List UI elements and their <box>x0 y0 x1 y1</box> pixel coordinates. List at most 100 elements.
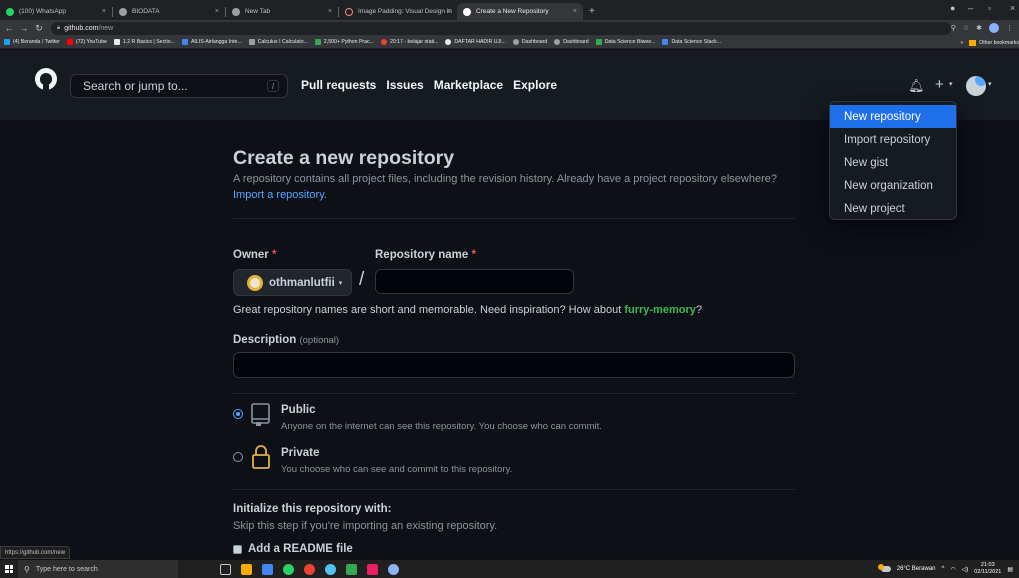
extensions-icon[interactable]: ✱ <box>976 24 982 32</box>
avatar[interactable] <box>966 76 986 96</box>
private-radio[interactable] <box>233 452 243 462</box>
bookmark-item[interactable]: Dashboard <box>512 39 548 45</box>
mail-icon[interactable] <box>262 563 273 575</box>
bookmark-item[interactable]: DAFTAR HADIR UJI... <box>445 39 506 45</box>
new-tab-button[interactable]: + <box>583 3 601 20</box>
page-icon <box>119 7 127 16</box>
tab-title: Image Padding: Visual Design in <box>358 8 452 15</box>
forward-icon[interactable]: → <box>18 23 30 33</box>
plus-icon[interactable]: + <box>935 76 944 93</box>
public-radio[interactable] <box>233 409 243 419</box>
tab-new-tab[interactable]: New Tab × <box>226 3 338 20</box>
menu-item-new-gist[interactable]: New gist <box>830 151 956 174</box>
bell-icon[interactable]: 🔔︎ <box>908 78 925 94</box>
owner-select[interactable]: othmanlutfii ▾ <box>233 269 352 296</box>
page-icon <box>345 7 353 16</box>
maximize-icon[interactable]: ▫ <box>988 3 991 13</box>
browser-tab-bar: (100) WhatsApp × BIODATA × New Tab × Ima… <box>0 0 1019 20</box>
chevron-down-icon: ▾ <box>338 279 343 287</box>
bookmark-item[interactable]: Data Science Biwee... <box>595 39 655 45</box>
weather-icon <box>877 564 891 572</box>
weather-text[interactable]: 26°C Berawan <box>897 566 936 572</box>
divider <box>233 489 795 490</box>
nav-marketplace[interactable]: Marketplace <box>434 78 503 92</box>
network-icon[interactable]: ◠ <box>950 566 955 573</box>
task-view-icon[interactable] <box>220 563 231 575</box>
url-path: /new <box>98 24 114 32</box>
header-nav: Pull requests Issues Marketplace Explore <box>301 78 557 92</box>
bookmark-item[interactable]: 2,500+ Python Prac... <box>314 39 374 45</box>
hint-text: Great repository names are short and mem… <box>233 304 622 316</box>
github-logo-icon[interactable] <box>35 68 57 90</box>
link-status-bubble: https://github.com/new <box>0 546 71 559</box>
repository-name-input[interactable] <box>375 269 574 294</box>
close-icon[interactable]: × <box>447 8 451 15</box>
name-suggestion-link[interactable]: furry-memory <box>624 304 696 316</box>
profile-avatar[interactable] <box>989 23 999 33</box>
tab-create-repository[interactable]: Create a New Repository × <box>457 3 583 20</box>
notification-icon[interactable]: ▤ <box>1007 566 1013 573</box>
bookmark-label: AILIS-Airlangga Inte... <box>190 39 242 45</box>
tab-biodata[interactable]: BIODATA × <box>113 3 225 20</box>
profile-icon[interactable]: ● <box>950 3 955 13</box>
search-input[interactable]: Search or jump to... / <box>70 74 288 98</box>
excel-icon[interactable] <box>346 563 357 575</box>
bookmark-item[interactable]: Calculus I Calculato... <box>248 39 308 45</box>
tab-image-padding[interactable]: Image Padding: Visual Design in × <box>339 3 457 20</box>
bookmark-label: Dashboard <box>521 39 548 45</box>
close-icon[interactable]: × <box>573 8 577 15</box>
reload-icon[interactable]: ↻ <box>33 23 45 34</box>
zoom-icon[interactable]: ⚲ <box>951 24 956 32</box>
close-icon[interactable]: × <box>215 8 219 15</box>
readme-checkbox[interactable] <box>233 545 242 554</box>
bookmark-item[interactable]: Data Science Stack... <box>662 39 721 45</box>
whatsapp-icon[interactable] <box>283 563 294 575</box>
file-explorer-icon[interactable] <box>241 563 252 575</box>
close-icon[interactable]: × <box>102 8 106 15</box>
public-title: Public <box>281 404 316 416</box>
volume-icon[interactable]: ◁) <box>962 566 969 573</box>
bookmark-item[interactable]: (4) Beranda / Twitter <box>4 39 60 45</box>
clock[interactable]: 21:03 02/11/2021 <box>974 562 1001 576</box>
back-icon[interactable]: ← <box>3 23 15 33</box>
other-bookmarks-button[interactable]: Other bookmarks <box>979 40 1019 46</box>
nav-issues[interactable]: Issues <box>386 78 423 92</box>
tab-title: BIODATA <box>132 8 160 15</box>
bookmark-item[interactable]: AILIS-Airlangga Inte... <box>181 39 242 45</box>
close-window-icon[interactable]: × <box>1010 3 1015 13</box>
windows-start-icon[interactable] <box>0 560 18 578</box>
tab-whatsapp[interactable]: (100) WhatsApp × <box>0 3 112 20</box>
bookmark-item[interactable]: (72) YouTube <box>66 39 107 45</box>
nav-explore[interactable]: Explore <box>513 78 557 92</box>
app-icon[interactable] <box>367 563 378 575</box>
nav-pull-requests[interactable]: Pull requests <box>301 78 376 92</box>
import-repository-link[interactable]: Import a repository. <box>233 189 327 201</box>
bookmark-item[interactable]: Dashboard <box>554 39 589 45</box>
menu-item-new-project[interactable]: New project <box>830 197 956 220</box>
chevron-down-icon[interactable]: ▾ <box>988 80 992 88</box>
edge-icon[interactable] <box>325 563 336 575</box>
app-icon[interactable] <box>388 563 399 575</box>
repository-name-label: Repository name * <box>375 249 476 261</box>
page-title: Create a new repository <box>233 147 455 169</box>
page-icon <box>314 39 321 45</box>
chevron-up-icon[interactable]: ^ <box>942 566 945 572</box>
menu-icon[interactable]: ⋮ <box>1006 24 1013 32</box>
close-icon[interactable]: × <box>328 8 332 15</box>
bookmark-item[interactable]: 20:17 - belajar stati... <box>380 39 438 45</box>
star-icon[interactable]: ☆ <box>963 24 969 32</box>
menu-item-new-organization[interactable]: New organization <box>830 174 956 197</box>
description-input[interactable] <box>233 352 795 378</box>
lock-icon <box>252 445 270 469</box>
taskbar-search-input[interactable]: ⚲ Type here to search <box>18 560 178 578</box>
minimize-icon[interactable]: – <box>968 3 973 13</box>
menu-item-new-repository[interactable]: New repository <box>830 105 956 128</box>
readme-label[interactable]: Add a README file <box>248 543 353 555</box>
bookmark-item[interactable]: 1.2 R Basics | Sectio... <box>113 39 175 45</box>
bookmarks-overflow-button[interactable]: » <box>960 40 963 46</box>
menu-item-import-repository[interactable]: Import repository <box>830 128 956 151</box>
url-host: github.com <box>64 24 99 32</box>
chevron-down-icon[interactable]: ▾ <box>949 80 953 88</box>
chrome-icon[interactable] <box>304 563 315 575</box>
url-input[interactable]: 🔒︎ github.com /new <box>51 21 951 35</box>
